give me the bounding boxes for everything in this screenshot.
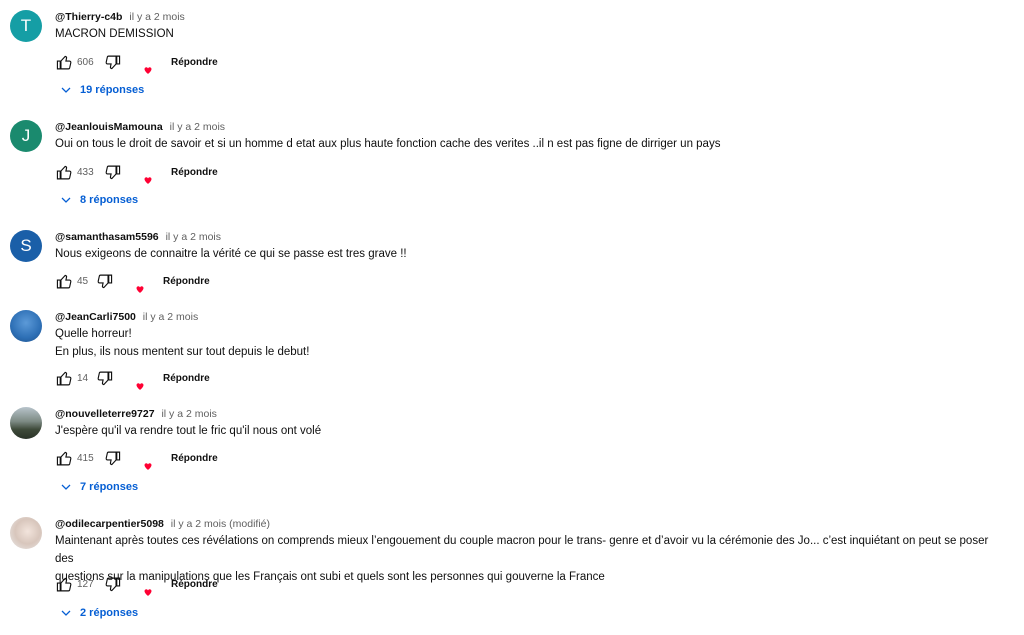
thumbs-down-icon — [97, 274, 112, 288]
comment-time[interactable]: il y a 2 mois — [143, 311, 198, 323]
dislike-button[interactable] — [95, 369, 113, 387]
reply-button[interactable]: Répondre — [163, 373, 210, 384]
chevron-down-icon — [61, 610, 71, 616]
dislike-button[interactable] — [103, 53, 121, 71]
show-replies-button[interactable]: 7 réponses — [60, 481, 138, 493]
thumbs-up-icon — [56, 55, 71, 69]
like-button[interactable] — [55, 53, 73, 71]
show-replies-button[interactable]: 8 réponses — [60, 194, 138, 206]
comment-text: J'espère qu'il va rendre tout le fric qu… — [55, 425, 322, 437]
heart-icon — [143, 462, 153, 472]
like-count: 45 — [77, 275, 89, 287]
comment-time[interactable]: il y a 2 mois — [166, 231, 221, 243]
comment-text: Nous exigeons de connaitre la vérité ce … — [55, 248, 407, 260]
heart-icon — [135, 382, 145, 392]
reply-button[interactable]: Répondre — [171, 579, 218, 590]
avatar[interactable]: S — [10, 230, 42, 262]
like-count: 606 — [77, 56, 94, 68]
heart-icon — [143, 176, 153, 186]
dislike-button[interactable] — [95, 272, 113, 290]
thumbs-up-icon — [56, 451, 71, 465]
comment-text: Quelle horreur! En plus, ils nous menten… — [55, 328, 310, 358]
heart-icon — [135, 285, 145, 295]
thumbs-down-icon — [105, 451, 120, 465]
like-button[interactable] — [55, 575, 73, 593]
like-count: 127 — [77, 578, 94, 590]
creator-heart — [129, 162, 153, 186]
creator-heart — [129, 574, 153, 598]
comment-author[interactable]: @odilecarpentier5098 — [55, 518, 164, 530]
dislike-button[interactable] — [103, 163, 121, 181]
chevron-down-icon — [61, 87, 71, 93]
like-count: 14 — [77, 372, 89, 384]
thumbs-up-icon — [56, 165, 71, 179]
creator-heart — [129, 448, 153, 472]
like-button[interactable] — [55, 272, 73, 290]
reply-button[interactable]: Répondre — [163, 276, 210, 287]
avatar[interactable] — [10, 310, 42, 342]
chevron-down-icon — [61, 197, 71, 203]
like-button[interactable] — [55, 369, 73, 387]
comment-author[interactable]: @samanthasam5596 — [55, 231, 159, 243]
comment-time[interactable]: il y a 2 mois (modifié) — [171, 518, 270, 530]
avatar[interactable] — [10, 407, 42, 439]
comment-author[interactable]: @JeanlouisMamouna — [55, 121, 163, 133]
comment-time[interactable]: il y a 2 mois — [170, 121, 225, 133]
avatar[interactable]: T — [10, 10, 42, 42]
show-replies-button[interactable]: 2 réponses — [60, 607, 138, 619]
heart-icon — [143, 66, 153, 76]
comment-author[interactable]: @nouvelleterre9727 — [55, 408, 155, 420]
creator-heart — [121, 368, 145, 392]
reply-button[interactable]: Répondre — [171, 453, 218, 464]
comment-time[interactable]: il y a 2 mois — [161, 408, 216, 420]
creator-heart — [121, 271, 145, 295]
thumbs-up-icon — [56, 274, 71, 288]
reply-button[interactable]: Répondre — [171, 167, 218, 178]
reply-button[interactable]: Répondre — [171, 57, 218, 68]
avatar[interactable]: J — [10, 120, 42, 152]
like-button[interactable] — [55, 163, 73, 181]
comment-text: MACRON DEMISSION — [55, 28, 174, 40]
comment-author[interactable]: @JeanCarli7500 — [55, 311, 136, 323]
comment-text: Oui on tous le droit de savoir et si un … — [55, 138, 721, 150]
thumbs-down-icon — [105, 165, 120, 179]
creator-heart — [129, 52, 153, 76]
chevron-down-icon — [61, 484, 71, 490]
comment-author[interactable]: @Thierry-c4b — [55, 11, 122, 23]
thumbs-down-icon — [97, 371, 112, 385]
like-count: 433 — [77, 166, 94, 178]
show-replies-button[interactable]: 19 réponses — [60, 84, 144, 96]
comment-time[interactable]: il y a 2 mois — [129, 11, 184, 23]
avatar[interactable] — [10, 517, 42, 549]
thumbs-down-icon — [105, 55, 120, 69]
dislike-button[interactable] — [103, 575, 121, 593]
like-count: 415 — [77, 452, 94, 464]
thumbs-up-icon — [56, 577, 71, 591]
heart-icon — [143, 588, 153, 598]
thumbs-up-icon — [56, 371, 71, 385]
thumbs-down-icon — [105, 577, 120, 591]
like-button[interactable] — [55, 449, 73, 467]
dislike-button[interactable] — [103, 449, 121, 467]
